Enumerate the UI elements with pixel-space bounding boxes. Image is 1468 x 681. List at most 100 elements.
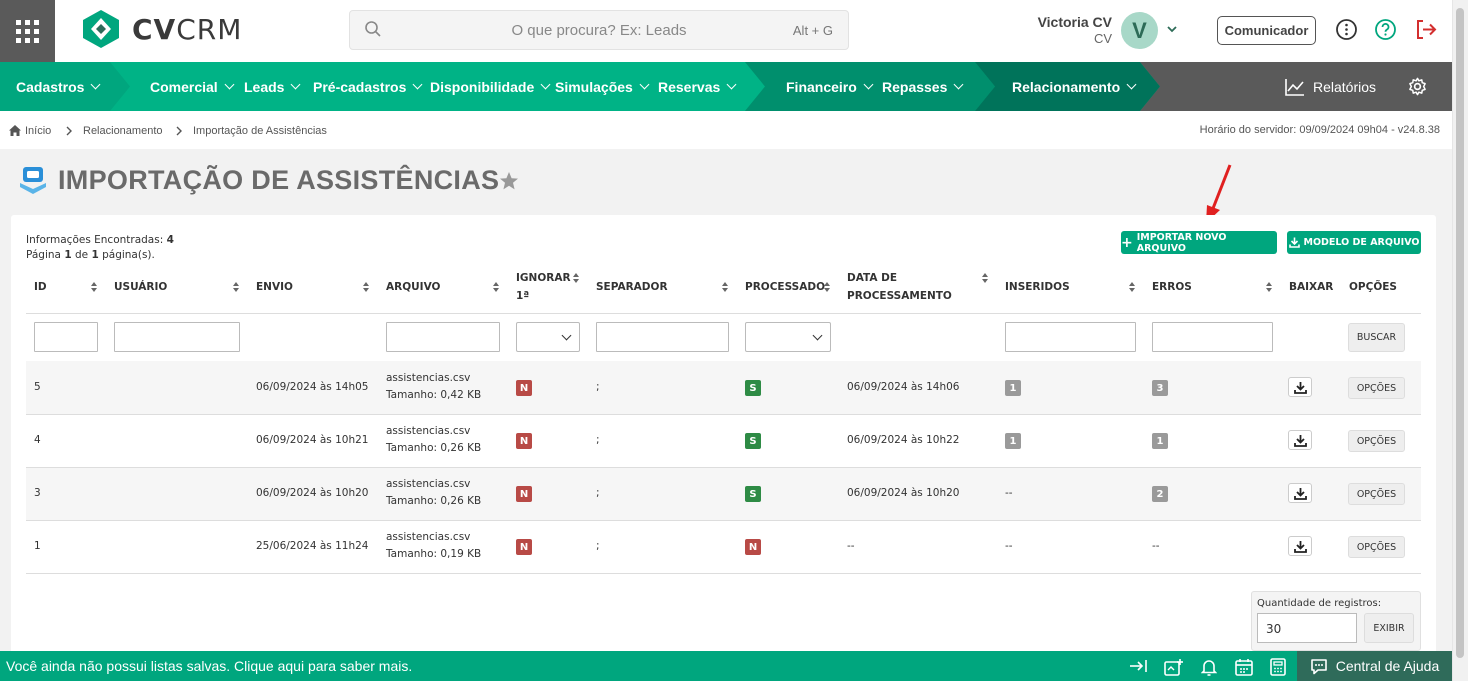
- scrollbar-thumb[interactable]: [1456, 8, 1464, 658]
- logo[interactable]: CVCRM: [80, 8, 242, 50]
- filter-ignorar-select[interactable]: [516, 322, 580, 352]
- options-button[interactable]: OPÇÕES: [1348, 536, 1405, 558]
- file-template-button[interactable]: MODELO DE ARQUIVO: [1287, 231, 1421, 254]
- saved-lists-message[interactable]: Você ainda não possui listas salvas. Cli…: [6, 658, 412, 674]
- help-center-button[interactable]: Central de Ajuda: [1297, 651, 1452, 681]
- chevron-down-icon: [1126, 79, 1137, 90]
- ignorar-badge: N: [516, 433, 532, 449]
- cell-erros: --: [1152, 540, 1160, 552]
- chat-icon: [1310, 658, 1327, 674]
- nav-repasses[interactable]: Repasses: [882, 62, 964, 111]
- line-chart-icon: [1285, 78, 1304, 96]
- chevron-down-icon: [726, 79, 737, 90]
- chevron-down-icon: [863, 79, 874, 90]
- col-header-data-processamento[interactable]: DATA DE PROCESSAMENTO: [847, 269, 952, 305]
- cvcrm-logo-icon: [83, 10, 119, 48]
- options-button[interactable]: OPÇÕES: [1348, 377, 1405, 399]
- calculator-icon[interactable]: [1270, 658, 1286, 676]
- cell-arquivo: assistencias.csv Tamanho: 0,19 KB: [386, 531, 482, 560]
- filter-id-input[interactable]: [34, 322, 98, 352]
- user-info[interactable]: Victoria CV CV: [1000, 14, 1112, 46]
- bell-icon[interactable]: [1201, 658, 1217, 676]
- import-new-file-button[interactable]: + IMPORTAR NOVO ARQUIVO: [1121, 231, 1277, 254]
- table-row: 1 25/06/2024 às 11h24 assistencias.csv Ta…: [26, 520, 1421, 573]
- favorite-star-icon[interactable]: [499, 171, 519, 191]
- col-header-erros[interactable]: ERROS: [1152, 278, 1192, 296]
- processado-badge: S: [745, 433, 761, 449]
- nav-simulacoes[interactable]: Simulações: [555, 62, 650, 111]
- chevron-down-icon: [639, 79, 650, 90]
- download-button[interactable]: [1288, 377, 1312, 397]
- col-header-inseridos[interactable]: INSERIDOS: [1005, 278, 1070, 296]
- breadcrumb-home[interactable]: Início: [25, 125, 51, 137]
- cell-envio: 06/09/2024 às 14h05: [256, 381, 369, 393]
- options-button[interactable]: OPÇÕES: [1348, 483, 1405, 505]
- download-button[interactable]: [1288, 483, 1312, 503]
- nav-reservas[interactable]: Reservas: [658, 62, 737, 111]
- col-header-ignorar[interactable]: IGNORAR 1ª: [516, 269, 571, 305]
- chevron-down-icon: [291, 79, 301, 90]
- filter-inseridos-input[interactable]: [1005, 322, 1136, 352]
- gear-icon[interactable]: [1408, 77, 1427, 96]
- chevron-down-icon: [561, 330, 572, 341]
- row-divider: [26, 573, 1421, 574]
- nav-pre-cadastros[interactable]: Pré-cadastros: [313, 62, 423, 111]
- row-divider: [26, 520, 1421, 521]
- filter-usuario-input[interactable]: [114, 322, 240, 352]
- col-header-processado[interactable]: PROCESSADO: [745, 278, 825, 296]
- help-icon[interactable]: [1374, 18, 1397, 41]
- col-header-opcoes: OPÇÕES: [1349, 281, 1397, 293]
- apps-menu-button[interactable]: [0, 0, 55, 62]
- logout-icon[interactable]: [1414, 18, 1438, 41]
- chevron-down-icon: [812, 330, 823, 341]
- options-button[interactable]: OPÇÕES: [1348, 430, 1405, 452]
- more-options-icon[interactable]: [1335, 18, 1358, 41]
- col-header-usuario[interactable]: USUÁRIO: [114, 278, 167, 296]
- download-button[interactable]: [1288, 430, 1312, 450]
- cell-arquivo: assistencias.csv Tamanho: 0,42 KB: [386, 372, 482, 401]
- filter-processado-select[interactable]: [745, 322, 831, 352]
- cell-data: 06/09/2024 às 14h06: [847, 381, 960, 393]
- breadcrumb-section[interactable]: Relacionamento: [83, 125, 163, 137]
- calendar-icon[interactable]: [1235, 658, 1253, 676]
- chevron-down-icon: [224, 79, 235, 90]
- processado-badge: S: [745, 486, 761, 502]
- cell-id: 5: [34, 381, 41, 393]
- chevron-down-icon: [953, 79, 964, 90]
- inseridos-badge: 1: [1005, 433, 1021, 449]
- table-row: 3 06/09/2024 às 10h20 assistencias.csv Ta…: [26, 467, 1421, 520]
- breadcrumb-current: Importação de Assistências: [193, 125, 327, 137]
- nav-disponibilidade[interactable]: Disponibilidade: [430, 62, 551, 111]
- col-header-separador[interactable]: SEPARADOR: [596, 278, 668, 296]
- add-card-icon[interactable]: [1164, 658, 1184, 676]
- chevron-down-icon[interactable]: [1165, 22, 1179, 36]
- show-button[interactable]: EXIBIR: [1364, 613, 1414, 643]
- filter-separador-input[interactable]: [596, 322, 729, 352]
- nav-reports[interactable]: Relatórios: [1285, 62, 1376, 111]
- download-icon: [1288, 237, 1300, 248]
- download-button[interactable]: [1288, 536, 1312, 556]
- communicator-button[interactable]: Comunicador: [1217, 16, 1316, 45]
- ignorar-badge: N: [516, 539, 532, 555]
- col-header-id[interactable]: ID: [34, 278, 47, 296]
- filter-erros-input[interactable]: [1152, 322, 1273, 352]
- table-row: 5 06/09/2024 às 14h05 assistencias.csv Ta…: [26, 361, 1421, 414]
- search-button[interactable]: BUSCAR: [1348, 323, 1405, 352]
- nav-relacionamento[interactable]: Relacionamento: [1012, 62, 1137, 111]
- nav-comercial[interactable]: Comercial: [150, 62, 235, 111]
- filter-arquivo-input[interactable]: [386, 322, 500, 352]
- cell-data: 06/09/2024 às 10h20: [847, 487, 960, 499]
- server-time: Horário do servidor: 09/09/2024 09h04 - …: [1199, 124, 1440, 136]
- collapse-icon[interactable]: [1129, 658, 1149, 674]
- home-icon[interactable]: [8, 124, 22, 137]
- nav-leads[interactable]: Leads: [244, 62, 301, 111]
- cell-id: 3: [34, 487, 41, 499]
- breadcrumb: Início Relacionamento Importação de Assi…: [0, 111, 1452, 149]
- col-header-arquivo[interactable]: ARQUIVO: [386, 278, 440, 296]
- global-search[interactable]: O que procura? Ex: Leads Alt + G: [349, 10, 849, 50]
- records-per-page-input[interactable]: 30: [1257, 613, 1357, 643]
- col-header-envio[interactable]: ENVIO: [256, 278, 293, 296]
- nav-cadastros[interactable]: Cadastros: [16, 62, 101, 111]
- nav-financeiro[interactable]: Financeiro: [786, 62, 874, 111]
- avatar[interactable]: V: [1121, 12, 1158, 49]
